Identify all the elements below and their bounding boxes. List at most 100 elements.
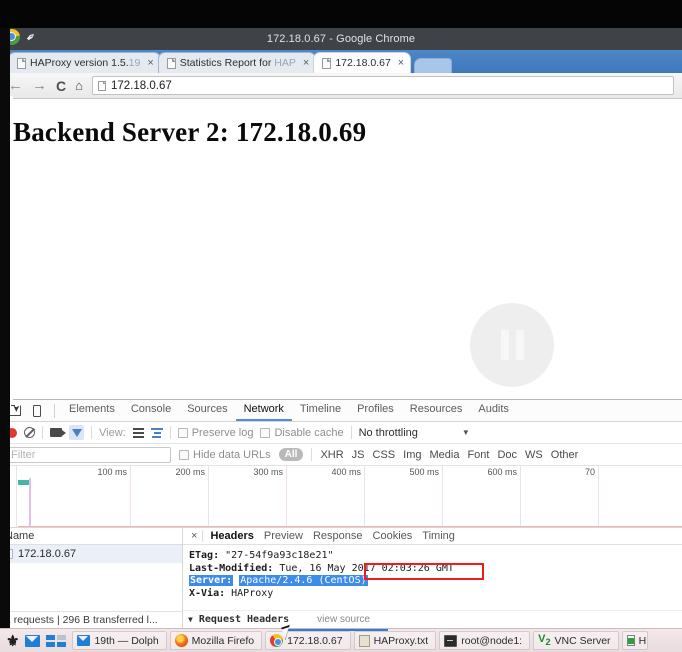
page-viewport: Backend Server 2: 172.18.0.69 — [0, 99, 682, 399]
tab-close-icon[interactable]: × — [303, 57, 309, 69]
taskbar-item-truncated[interactable]: H — [621, 631, 648, 650]
address-bar-value: 172.18.0.67 — [110, 79, 172, 92]
column-header-name[interactable]: Name — [0, 528, 182, 545]
detail-tab-timing[interactable]: Timing — [417, 530, 460, 542]
tab-close-icon[interactable]: × — [398, 57, 404, 69]
ruler-tick-label: 70 — [584, 467, 595, 477]
new-tab-button[interactable] — [414, 58, 453, 73]
devtools-tab-timeline[interactable]: Timeline — [292, 400, 349, 421]
header-line-x-via[interactable]: X-Via: HAProxy — [189, 588, 682, 601]
taskbar-item-haproxy-txt[interactable]: HAProxy.txt — [353, 631, 437, 650]
annotation-rectangle — [364, 563, 484, 580]
browser-tab-haproxy-version[interactable]: HAProxy version 1.5.19 × — [8, 52, 161, 73]
taskbar-item-chrome[interactable]: 172.18.0.67 — [265, 631, 351, 650]
list-view-icon[interactable] — [132, 427, 144, 438]
taskbar-item-label: 19th — Dolph — [94, 634, 159, 647]
triangle-expand-icon[interactable]: ▼ — [188, 615, 193, 624]
taskbar-item-label: VNC Server — [554, 634, 611, 647]
devtools-tab-network[interactable]: Network — [235, 400, 292, 421]
detail-tab-preview[interactable]: Preview — [259, 530, 308, 542]
tab-title: HAProxy version 1.5.19 — [30, 57, 140, 69]
mail-icon[interactable] — [25, 634, 41, 647]
detail-tab-response[interactable]: Response — [308, 530, 368, 542]
checkbox-icon — [177, 427, 188, 438]
divider — [350, 426, 352, 439]
waterfall-view-icon[interactable] — [150, 427, 163, 438]
camera-icon[interactable] — [50, 428, 66, 437]
header-value: HAProxy — [225, 587, 274, 599]
address-bar[interactable]: 172.18.0.67 — [91, 76, 674, 95]
home-icon[interactable]: ⌂ — [75, 79, 83, 92]
hide-data-urls-checkbox[interactable]: Hide data URLs — [179, 449, 271, 461]
checkbox-icon — [260, 427, 271, 438]
header-line-etag[interactable]: ETag: "27-54f9a93c18e21" — [189, 550, 682, 563]
table-row[interactable]: 172.18.0.67 — [0, 545, 182, 563]
filter-input[interactable]: Filter — [6, 446, 171, 463]
ruler-tick-label: 500 ms — [409, 467, 439, 477]
response-headers-list: ETag: "27-54f9a93c18e21" Last-Modified: … — [183, 545, 682, 610]
request-headers-section[interactable]: ▼ Request Headers view source — [183, 610, 682, 628]
filter-type-other[interactable]: Other — [551, 449, 579, 461]
devtools-tab-audits[interactable]: Audits — [470, 400, 517, 421]
browser-toolbar: ← → C ⌂ 172.18.0.67 — [0, 73, 682, 99]
devtools-tabbar: Elements Console Sources Network Timelin… — [0, 400, 682, 422]
view-source-link[interactable]: view source — [317, 614, 370, 625]
pager-icon[interactable] — [46, 634, 67, 647]
divider — [91, 426, 92, 439]
tab-title-dim: 19 — [128, 57, 141, 69]
filter-type-font[interactable]: Font — [467, 449, 489, 461]
disable-cache-checkbox[interactable]: Disable cache — [260, 427, 344, 439]
filter-type-all[interactable]: All — [278, 448, 304, 461]
filter-type-ws[interactable]: WS — [525, 449, 543, 461]
taskbar-item-label: Mozilla Firefo — [191, 634, 255, 647]
device-toolbar-icon[interactable] — [26, 401, 48, 421]
filter-type-media[interactable]: Media — [429, 449, 459, 461]
network-timeline-ruler[interactable]: 100 ms 200 ms 300 ms 400 ms 500 ms 600 m… — [0, 466, 682, 528]
window-title: 172.18.0.67 - Google Chrome — [266, 33, 416, 45]
filter-type-css[interactable]: CSS — [373, 449, 396, 461]
tab-title-text: HAProxy version 1.5. — [30, 57, 129, 69]
pin-icon[interactable]: ✒ — [23, 28, 40, 45]
video-pause-overlay-icon[interactable] — [470, 303, 554, 387]
dolphin-icon — [77, 635, 91, 646]
devtools-tab-profiles[interactable]: Profiles — [349, 400, 402, 421]
filter-type-img[interactable]: Img — [403, 449, 421, 461]
network-split-view: Name 172.18.0.67 1 requests | 296 B tran… — [0, 528, 682, 628]
throttling-select[interactable]: No throttling ▼ — [359, 427, 470, 439]
clear-icon[interactable] — [24, 427, 35, 438]
filter-funnel-icon[interactable] — [69, 425, 84, 440]
browser-tab-statistics-report[interactable]: Statistics Report for HAP × — [157, 52, 317, 73]
back-arrow-icon[interactable]: ← — [8, 78, 23, 93]
preserve-log-checkbox[interactable]: Preserve log — [177, 427, 253, 439]
filter-type-xhr[interactable]: XHR — [320, 449, 343, 461]
list-empty-space — [0, 563, 182, 611]
chrome-browser-window: ✒ 172.18.0.67 - Google Chrome HAProxy ve… — [0, 28, 682, 628]
taskbar-item-dolphin[interactable]: 19th — Dolph — [72, 631, 167, 650]
taskbar-item-terminal[interactable]: root@node1: — [439, 631, 531, 650]
filter-type-doc[interactable]: Doc — [497, 449, 517, 461]
taskbar-item-vnc-server[interactable]: V2 VNC Server — [533, 631, 619, 650]
firefox-icon — [174, 634, 188, 647]
domcontentloaded-marker — [29, 478, 31, 527]
text-file-icon — [358, 634, 370, 647]
reload-icon[interactable]: C — [56, 79, 66, 93]
request-detail-pane: × Headers Preview Response Cookies Timin… — [183, 528, 682, 628]
devtools-tab-elements[interactable]: Elements — [61, 400, 123, 421]
browser-tab-active-172-18-0-67[interactable]: 172.18.0.67 × — [313, 52, 412, 73]
page-info-icon — [97, 80, 106, 91]
tab-close-icon[interactable]: × — [147, 57, 153, 69]
forward-arrow-icon[interactable]: → — [32, 78, 47, 93]
divider — [169, 426, 171, 439]
page-file-icon — [17, 57, 26, 69]
devtools-tab-resources[interactable]: Resources — [402, 400, 471, 421]
filter-type-js[interactable]: JS — [352, 449, 365, 461]
taskbar-item-firefox[interactable]: Mozilla Firefo — [169, 631, 263, 650]
k-menu-icon[interactable]: ⚜ — [3, 632, 22, 650]
devtools-tab-console[interactable]: Console — [123, 400, 179, 421]
close-icon[interactable]: × — [186, 530, 202, 542]
detail-tab-headers[interactable]: Headers — [205, 530, 258, 542]
detail-tab-cookies[interactable]: Cookies — [368, 530, 418, 542]
divider — [54, 403, 55, 418]
timeline-request-bar — [18, 480, 29, 485]
devtools-tab-sources[interactable]: Sources — [179, 400, 235, 421]
